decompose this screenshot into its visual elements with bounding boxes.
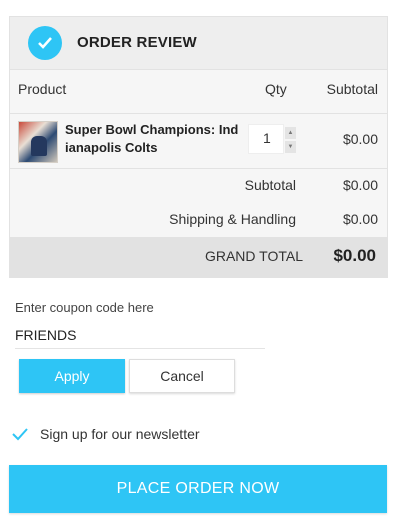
- order-review-header: ORDER REVIEW: [10, 17, 387, 70]
- order-review-panel: ORDER REVIEW Product Qty Subtotal Super …: [9, 16, 388, 278]
- subtotal-value: $0.00: [342, 177, 378, 193]
- check-icon: [28, 26, 62, 60]
- divider: [10, 113, 387, 114]
- grand-total-value: $0.00: [333, 246, 376, 265]
- column-header-product: Product: [18, 81, 67, 97]
- product-thumbnail: [18, 121, 58, 163]
- grand-total-row: GRAND TOTAL $0.00: [10, 237, 387, 278]
- coupon-input[interactable]: [15, 322, 265, 349]
- checkmark-icon: [12, 428, 28, 441]
- divider: [10, 168, 387, 169]
- product-name[interactable]: Super Bowl Champions: Indianapolis Colts: [65, 121, 241, 157]
- subtotal-label: Subtotal: [244, 177, 296, 193]
- quantity-input[interactable]: 1: [248, 124, 284, 154]
- cancel-coupon-button[interactable]: Cancel: [129, 359, 235, 393]
- grand-total-label: GRAND TOTAL: [204, 248, 303, 264]
- newsletter-checkbox[interactable]: [11, 426, 29, 442]
- column-header-qty: Qty: [265, 81, 287, 97]
- column-header-subtotal: Subtotal: [326, 81, 378, 97]
- order-review-title: ORDER REVIEW: [77, 34, 197, 51]
- quantity-increment-button[interactable]: ▲: [285, 127, 296, 139]
- newsletter-label[interactable]: Sign up for our newsletter: [40, 426, 200, 442]
- item-subtotal: $0.00: [342, 131, 378, 147]
- place-order-button[interactable]: PLACE ORDER NOW: [9, 465, 387, 513]
- quantity-decrement-button[interactable]: ▼: [285, 141, 296, 153]
- coupon-label: Enter coupon code here: [15, 300, 154, 315]
- apply-coupon-button[interactable]: Apply: [19, 359, 125, 393]
- shipping-label: Shipping & Handling: [169, 211, 296, 227]
- shipping-value: $0.00: [342, 211, 378, 227]
